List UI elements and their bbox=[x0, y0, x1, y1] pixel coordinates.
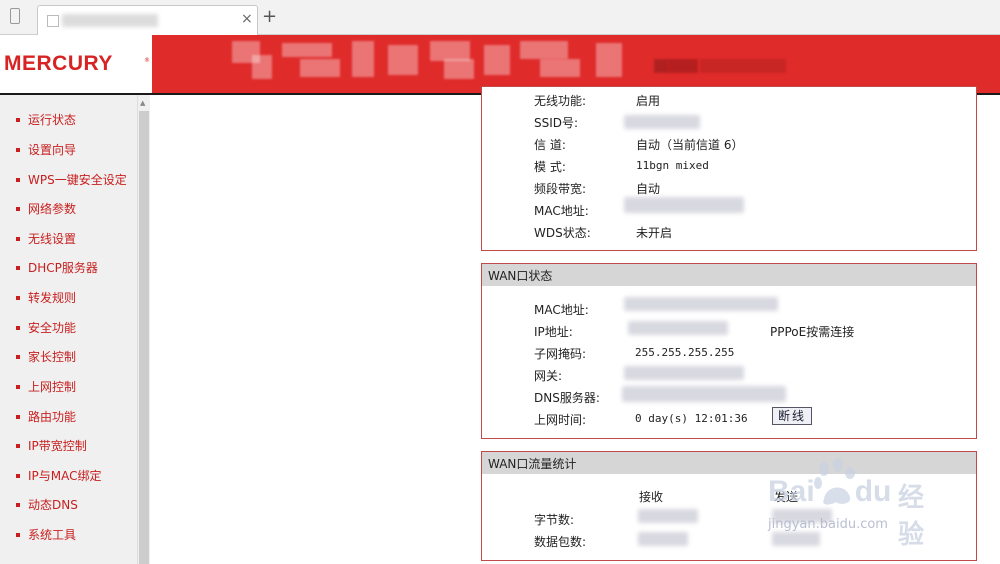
bullet-icon bbox=[16, 384, 20, 389]
uptime-label: 上网时间: bbox=[534, 413, 587, 427]
bullet-icon bbox=[16, 502, 20, 507]
bytes-label: 字节数: bbox=[534, 513, 575, 527]
ssid-label: SSID号: bbox=[534, 116, 579, 130]
uptime-value: 0 day(s) 12:01:36 bbox=[635, 412, 748, 425]
gateway-redacted bbox=[624, 366, 744, 380]
logo-area: MERCURY ® bbox=[0, 35, 152, 93]
bullet-icon bbox=[16, 354, 20, 359]
new-tab-icon[interactable]: + bbox=[262, 7, 277, 27]
wds-value: 未开启 bbox=[636, 226, 673, 240]
sidebar-item-bandwidth[interactable]: IP带宽控制 bbox=[16, 437, 87, 455]
tab-close-icon[interactable]: × bbox=[241, 11, 253, 27]
bullet-icon bbox=[16, 236, 20, 241]
bullet-icon bbox=[16, 117, 20, 122]
registered-mark: ® bbox=[144, 57, 150, 64]
browser-tab[interactable]: × bbox=[37, 5, 258, 35]
wan-status-header: WAN口状态 bbox=[482, 264, 976, 286]
sidebar-item-routing[interactable]: 路由功能 bbox=[16, 408, 76, 426]
wireless-enable-label: 无线功能: bbox=[534, 94, 587, 108]
packets-recv-redacted bbox=[638, 532, 688, 546]
bandwidth-label: 频段带宽: bbox=[534, 182, 587, 196]
browser-tab-strip: × + bbox=[0, 0, 1000, 35]
disconnect-button[interactable]: 断线 bbox=[772, 407, 812, 425]
sidebar-item-ddns[interactable]: 动态DNS bbox=[16, 496, 78, 514]
sidebar-item-ip-mac[interactable]: IP与MAC绑定 bbox=[16, 467, 102, 485]
wan-mac-label: MAC地址: bbox=[534, 303, 589, 317]
scroll-up-icon[interactable]: ▲ bbox=[140, 99, 145, 107]
wireless-status-panel: 无线功能: 启用 SSID号: 信 道: 自动（当前信道 6） 模 式: 11b… bbox=[481, 86, 977, 251]
wireless-mac-label: MAC地址: bbox=[534, 204, 589, 218]
mercury-logo: MERCURY bbox=[4, 52, 113, 75]
sidebar-item-access-control[interactable]: 上网控制 bbox=[16, 378, 76, 396]
sidebar-item-dhcp[interactable]: DHCP服务器 bbox=[16, 259, 98, 277]
tab-title-redacted bbox=[62, 14, 158, 27]
dns-label: DNS服务器: bbox=[534, 391, 600, 405]
sidebar-item-run-status[interactable]: 运行状态 bbox=[16, 111, 76, 129]
sidebar-menu: 运行状态 设置向导 WPS一键安全设定 网络参数 无线设置 DHCP服务器 转发… bbox=[0, 95, 150, 564]
bullet-icon bbox=[16, 473, 20, 478]
sidebar-item-system-tools[interactable]: 系统工具 bbox=[16, 526, 76, 544]
subnet-mask-value: 255.255.255.255 bbox=[635, 346, 735, 359]
mode-value: 11bgn mixed bbox=[636, 159, 709, 172]
subnet-mask-label: 子网掩码: bbox=[534, 347, 587, 361]
bullet-icon bbox=[16, 147, 20, 152]
wds-label: WDS状态: bbox=[534, 226, 591, 240]
wan-status-title: WAN口状态 bbox=[488, 269, 553, 283]
bandwidth-value: 自动 bbox=[636, 182, 661, 196]
scrollbar-thumb[interactable] bbox=[139, 111, 149, 564]
packets-label: 数据包数: bbox=[534, 535, 587, 549]
wan-ip-label: IP地址: bbox=[534, 325, 573, 339]
sidebar-item-network[interactable]: 网络参数 bbox=[16, 200, 76, 218]
wireless-mac-redacted bbox=[624, 197, 744, 213]
sidebar-item-forwarding[interactable]: 转发规则 bbox=[16, 289, 76, 307]
channel-value: 自动（当前信道 6） bbox=[636, 138, 744, 152]
sidebar-scrollbar[interactable]: ▲ bbox=[137, 95, 150, 564]
sidebar-item-wireless[interactable]: 无线设置 bbox=[16, 230, 76, 248]
sidebar-item-parental[interactable]: 家长控制 bbox=[16, 348, 76, 366]
router-header: MERCURY ® bbox=[0, 35, 1000, 93]
bullet-icon bbox=[16, 532, 20, 537]
bullet-icon bbox=[16, 265, 20, 270]
watermark-brand: Bai du bbox=[768, 475, 892, 508]
wan-traffic-title: WAN口流量统计 bbox=[488, 457, 577, 471]
bullet-icon bbox=[16, 414, 20, 419]
wan-traffic-header: WAN口流量统计 bbox=[482, 452, 976, 474]
dns-redacted bbox=[622, 386, 786, 402]
mode-label: 模 式: bbox=[534, 160, 566, 174]
bullet-icon bbox=[16, 443, 20, 448]
packets-send-redacted bbox=[772, 532, 820, 546]
wan-ip-redacted bbox=[628, 321, 728, 335]
sidebar-item-setup-wizard[interactable]: 设置向导 bbox=[16, 141, 76, 159]
bullet-icon bbox=[16, 177, 20, 182]
ssid-value-redacted bbox=[624, 115, 700, 129]
watermark-suffix: 经验 bbox=[898, 483, 925, 550]
connection-type: PPPoE按需连接 bbox=[770, 325, 855, 339]
watermark-url: jingyan.baidu.com bbox=[768, 517, 888, 532]
mobile-view-icon[interactable] bbox=[10, 8, 20, 24]
sidebar-item-wps[interactable]: WPS一键安全设定 bbox=[16, 171, 127, 189]
wan-status-panel: WAN口状态 MAC地址: IP地址: PPPoE按需连接 子网掩码: 255.… bbox=[481, 263, 977, 439]
wan-mac-redacted bbox=[624, 297, 778, 311]
sidebar-item-security[interactable]: 安全功能 bbox=[16, 319, 76, 337]
gateway-label: 网关: bbox=[534, 369, 563, 383]
channel-label: 信 道: bbox=[534, 138, 566, 152]
bullet-icon bbox=[16, 206, 20, 211]
bullet-icon bbox=[16, 295, 20, 300]
bullet-icon bbox=[16, 325, 20, 330]
page-favicon-icon bbox=[47, 15, 59, 27]
receive-column-header: 接收 bbox=[639, 490, 664, 504]
bytes-recv-redacted bbox=[638, 509, 698, 523]
wireless-enable-value: 启用 bbox=[636, 94, 661, 108]
